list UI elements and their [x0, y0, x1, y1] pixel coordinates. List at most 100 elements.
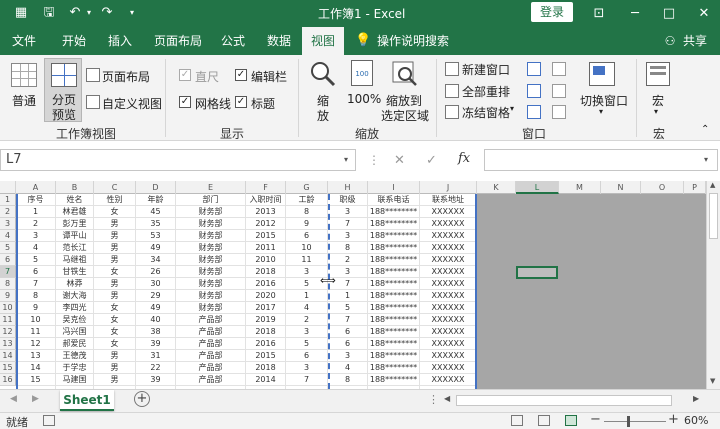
expand-formula-icon[interactable]: ▾ [704, 155, 708, 164]
row-header-8[interactable]: 8 [0, 278, 16, 290]
arrange-all-button[interactable]: 全部重排 [462, 83, 510, 100]
tab-insert[interactable]: 插入 [100, 27, 140, 55]
gridlines-checkbox[interactable]: ✓ [179, 96, 191, 108]
name-box-dropdown-icon[interactable]: ▾ [344, 155, 348, 164]
zoom-slider-thumb[interactable] [627, 416, 630, 427]
row-header-12[interactable]: 12 [0, 326, 16, 338]
scroll-thumb[interactable] [709, 193, 718, 239]
column-header-n[interactable]: N [601, 181, 641, 194]
restore-icon[interactable]: □ [651, 0, 687, 27]
row-header-5[interactable]: 5 [0, 242, 16, 254]
column-header-f[interactable]: F [246, 181, 286, 194]
vertical-scrollbar[interactable]: ▲ ▼ [706, 181, 720, 389]
column-header-d[interactable]: D [136, 181, 176, 194]
column-header-k[interactable]: K [477, 181, 516, 194]
page-layout-status-icon[interactable] [538, 415, 550, 426]
row-header-7[interactable]: 7 [0, 266, 16, 278]
row-header-1[interactable]: 1 [0, 194, 16, 206]
row-header-10[interactable]: 10 [0, 302, 16, 314]
freeze-dropdown-icon[interactable]: ▾ [510, 104, 514, 113]
tab-formulas[interactable]: 公式 [214, 27, 252, 55]
zoom-level[interactable]: 60% [684, 414, 708, 427]
tab-split-icon[interactable]: ⋮ [428, 393, 439, 406]
column-header-m[interactable]: M [559, 181, 601, 194]
column-header-a[interactable]: A [16, 181, 56, 194]
scroll-down-icon[interactable]: ▼ [710, 377, 715, 385]
page-break-line[interactable] [328, 194, 330, 389]
tab-view[interactable]: 视图 [302, 27, 344, 55]
zoom-100-button[interactable]: 100 100% [345, 60, 381, 110]
sync-scroll-icon[interactable] [552, 84, 566, 98]
row-header-3[interactable]: 3 [0, 218, 16, 230]
customize-qat-icon[interactable]: ▾ [123, 4, 141, 22]
name-box[interactable]: L7 [0, 149, 356, 171]
column-header-c[interactable]: C [94, 181, 136, 194]
tell-me-search[interactable]: 操作说明搜索 [377, 27, 459, 55]
row-header-14[interactable]: 14 [0, 350, 16, 362]
share-button[interactable]: 共享 [680, 27, 710, 55]
row-header-11[interactable]: 11 [0, 314, 16, 326]
ribbon-display-icon[interactable]: ⊡ [581, 0, 617, 27]
sheet-tab-sheet1[interactable]: Sheet1 [60, 390, 114, 411]
hide-window-icon[interactable] [527, 84, 541, 98]
prev-sheet-icon[interactable]: ◀ [10, 394, 17, 404]
selected-cell-l7[interactable] [516, 266, 558, 279]
tab-data[interactable]: 数据 [260, 27, 298, 55]
normal-view-status-icon[interactable] [511, 415, 523, 426]
split-icon[interactable] [527, 62, 541, 76]
formula-bar-checkbox[interactable]: ✓ [235, 69, 247, 81]
tab-home[interactable]: 开始 [54, 27, 94, 55]
zoom-to-selection-button[interactable]: 缩放到 选定区域 [381, 60, 429, 123]
column-header-o[interactable]: O [641, 181, 684, 194]
macros-button[interactable]: 宏 ▾ [644, 60, 674, 122]
custom-views-button[interactable]: 自定义视图 [102, 95, 162, 112]
row-header-9[interactable]: 9 [0, 290, 16, 302]
next-sheet-icon[interactable]: ▶ [32, 394, 39, 404]
column-header-h[interactable]: H [328, 181, 368, 194]
scroll-left-icon[interactable]: ◀ [444, 394, 450, 403]
zoom-in-icon[interactable]: + [668, 412, 679, 427]
horizontal-scroll-thumb[interactable] [456, 395, 672, 406]
row-header-4[interactable]: 4 [0, 230, 16, 242]
collapse-ribbon-icon[interactable]: ⌃ [701, 124, 709, 135]
close-icon[interactable]: ✕ [686, 0, 720, 27]
enter-icon[interactable]: ✓ [426, 153, 437, 168]
reset-position-icon[interactable] [552, 105, 566, 119]
add-sheet-icon[interactable]: + [134, 391, 150, 407]
cancel-icon[interactable]: ✕ [394, 153, 405, 168]
page-layout-button[interactable]: 页面布局 [102, 68, 150, 85]
normal-view-button[interactable]: 普通 [12, 92, 36, 109]
unhide-window-icon[interactable] [527, 105, 541, 119]
column-header-e[interactable]: E [176, 181, 246, 194]
page-break-status-icon[interactable] [565, 415, 577, 426]
tab-page-layout[interactable]: 页面布局 [148, 27, 208, 55]
zoom-button[interactable]: 缩 放 [309, 60, 337, 123]
login-button[interactable]: 登录 [531, 2, 573, 22]
row-header-6[interactable]: 6 [0, 254, 16, 266]
column-header-g[interactable]: G [286, 181, 328, 194]
column-header-i[interactable]: I [368, 181, 420, 194]
row-header-15[interactable]: 15 [0, 362, 16, 374]
column-header-b[interactable]: B [56, 181, 94, 194]
worksheet-grid[interactable]: ABCDEFGHIJKLMNOP 1 2 3 4 5 6 7 8 9 10 11 12 13 14 15 16… [0, 181, 706, 389]
column-header-l[interactable]: L [516, 181, 559, 194]
page-break-preview-button[interactable]: 分页 预览 [44, 58, 82, 122]
redo-icon[interactable]: ↷ [98, 4, 116, 22]
scroll-up-icon[interactable]: ▲ [710, 181, 715, 189]
select-all-corner[interactable] [0, 181, 16, 194]
insert-function-icon[interactable]: fx [458, 151, 470, 166]
freeze-panes-button[interactable]: 冻结窗格 [462, 104, 510, 121]
scroll-right-icon[interactable]: ▶ [693, 394, 699, 403]
view-side-by-side-icon[interactable] [552, 62, 566, 76]
row-header-16[interactable]: 16 [0, 374, 16, 386]
formula-input[interactable] [484, 149, 718, 171]
zoom-out-icon[interactable]: − [590, 412, 601, 427]
switch-windows-button[interactable]: 切换窗口 ▾ [577, 60, 629, 122]
row-header-2[interactable]: 2 [0, 206, 16, 218]
new-window-button[interactable]: 新建窗口 [462, 61, 510, 78]
save-icon[interactable]: 🖫 [40, 4, 58, 22]
column-header-j[interactable]: J [420, 181, 477, 194]
tab-file[interactable]: 文件 [4, 27, 44, 55]
undo-dropdown-icon[interactable]: ▾ [80, 4, 98, 22]
column-header-p[interactable]: P [684, 181, 706, 194]
